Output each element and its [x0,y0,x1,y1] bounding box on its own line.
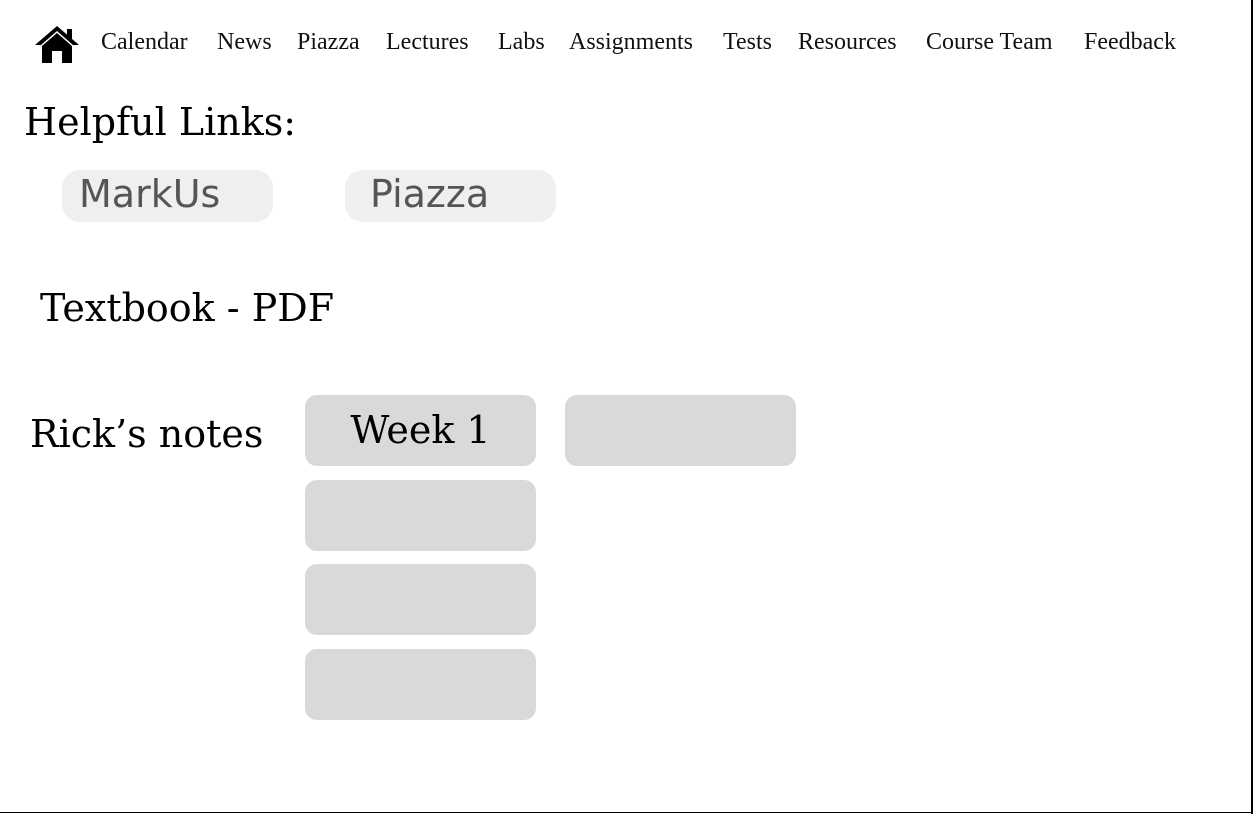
nav-tests[interactable]: Tests [723,24,772,60]
nav-calendar[interactable]: Calendar [101,24,188,60]
week-tile-3[interactable] [305,480,536,551]
nav-news[interactable]: News [217,24,272,60]
markus-button[interactable]: MarkUs [62,170,273,222]
nav-resources[interactable]: Resources [798,24,897,60]
week-tile-5[interactable] [305,649,536,720]
piazza-button[interactable]: Piazza [345,170,556,222]
home-icon[interactable] [34,24,80,64]
week-1-button[interactable]: Week 1 [305,395,536,466]
nav-course-team[interactable]: Course Team [926,24,1053,60]
nav-assignments[interactable]: Assignments [569,24,693,60]
nav-lectures[interactable]: Lectures [386,24,469,60]
textbook-pdf-link[interactable]: Textbook - PDF [40,284,334,332]
nav-labs[interactable]: Labs [498,24,545,60]
ricks-notes-title: Rick’s notes [30,412,264,456]
nav-piazza[interactable]: Piazza [297,24,360,60]
bottom-border [0,812,1253,813]
week-tile-2[interactable] [565,395,796,466]
nav-feedback[interactable]: Feedback [1084,24,1176,60]
week-tile-4[interactable] [305,564,536,635]
helpful-links-title: Helpful Links: [24,100,297,144]
right-border [1251,0,1253,814]
